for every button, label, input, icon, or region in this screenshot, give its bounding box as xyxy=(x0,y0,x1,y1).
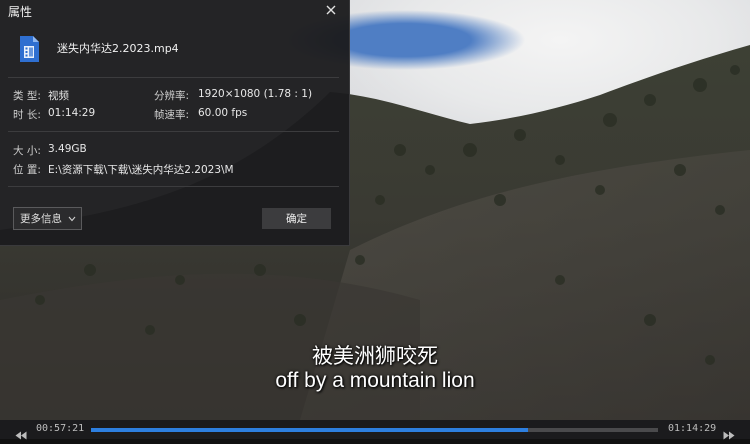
framerate-label: 帧速率: xyxy=(154,109,190,121)
properties-dialog: 属性 迷失内华达2.2023.mp4 类 型: 视频 分辨率: 1920×108… xyxy=(0,0,350,246)
fast-forward-icon[interactable] xyxy=(723,425,735,440)
current-time: 00:57:21 xyxy=(36,423,85,434)
rewind-icon[interactable] xyxy=(15,425,27,440)
progress-fill xyxy=(91,428,528,432)
progress-bar[interactable] xyxy=(91,428,658,432)
close-icon[interactable] xyxy=(322,1,340,19)
subtitle-english: off by a mountain lion xyxy=(275,369,475,392)
dialog-title: 属性 xyxy=(8,5,33,19)
more-info-dropdown[interactable]: 更多信息 xyxy=(13,207,82,230)
duration-value: 01:14:29 xyxy=(48,107,96,119)
ok-button[interactable]: 确定 xyxy=(262,208,331,229)
location-label: 位 置: xyxy=(13,164,41,176)
more-info-label: 更多信息 xyxy=(20,213,62,225)
divider xyxy=(8,77,339,78)
type-label: 类 型: xyxy=(13,90,41,102)
size-value: 3.49GB xyxy=(48,143,87,155)
framerate-value: 60.00 fps xyxy=(198,107,248,119)
divider xyxy=(8,186,339,187)
player-control-bar: 00:57:21 01:14:29 xyxy=(0,420,750,440)
video-file-icon xyxy=(18,35,40,63)
resolution-label: 分辨率: xyxy=(154,90,190,102)
file-name: 迷失内华达2.2023.mp4 xyxy=(57,42,179,55)
subtitle-chinese: 被美洲狮咬死 xyxy=(312,344,438,368)
resolution-value: 1920×1080 (1.78 : 1) xyxy=(198,88,313,100)
divider xyxy=(8,131,339,132)
location-value: E:\资源下载\下载\迷失内华达2.2023\M xyxy=(48,164,234,176)
duration-label: 时 长: xyxy=(13,109,41,121)
size-label: 大 小: xyxy=(13,145,41,157)
type-value: 视频 xyxy=(48,90,69,102)
chevron-down-icon xyxy=(68,216,76,221)
total-time: 01:14:29 xyxy=(668,423,717,434)
